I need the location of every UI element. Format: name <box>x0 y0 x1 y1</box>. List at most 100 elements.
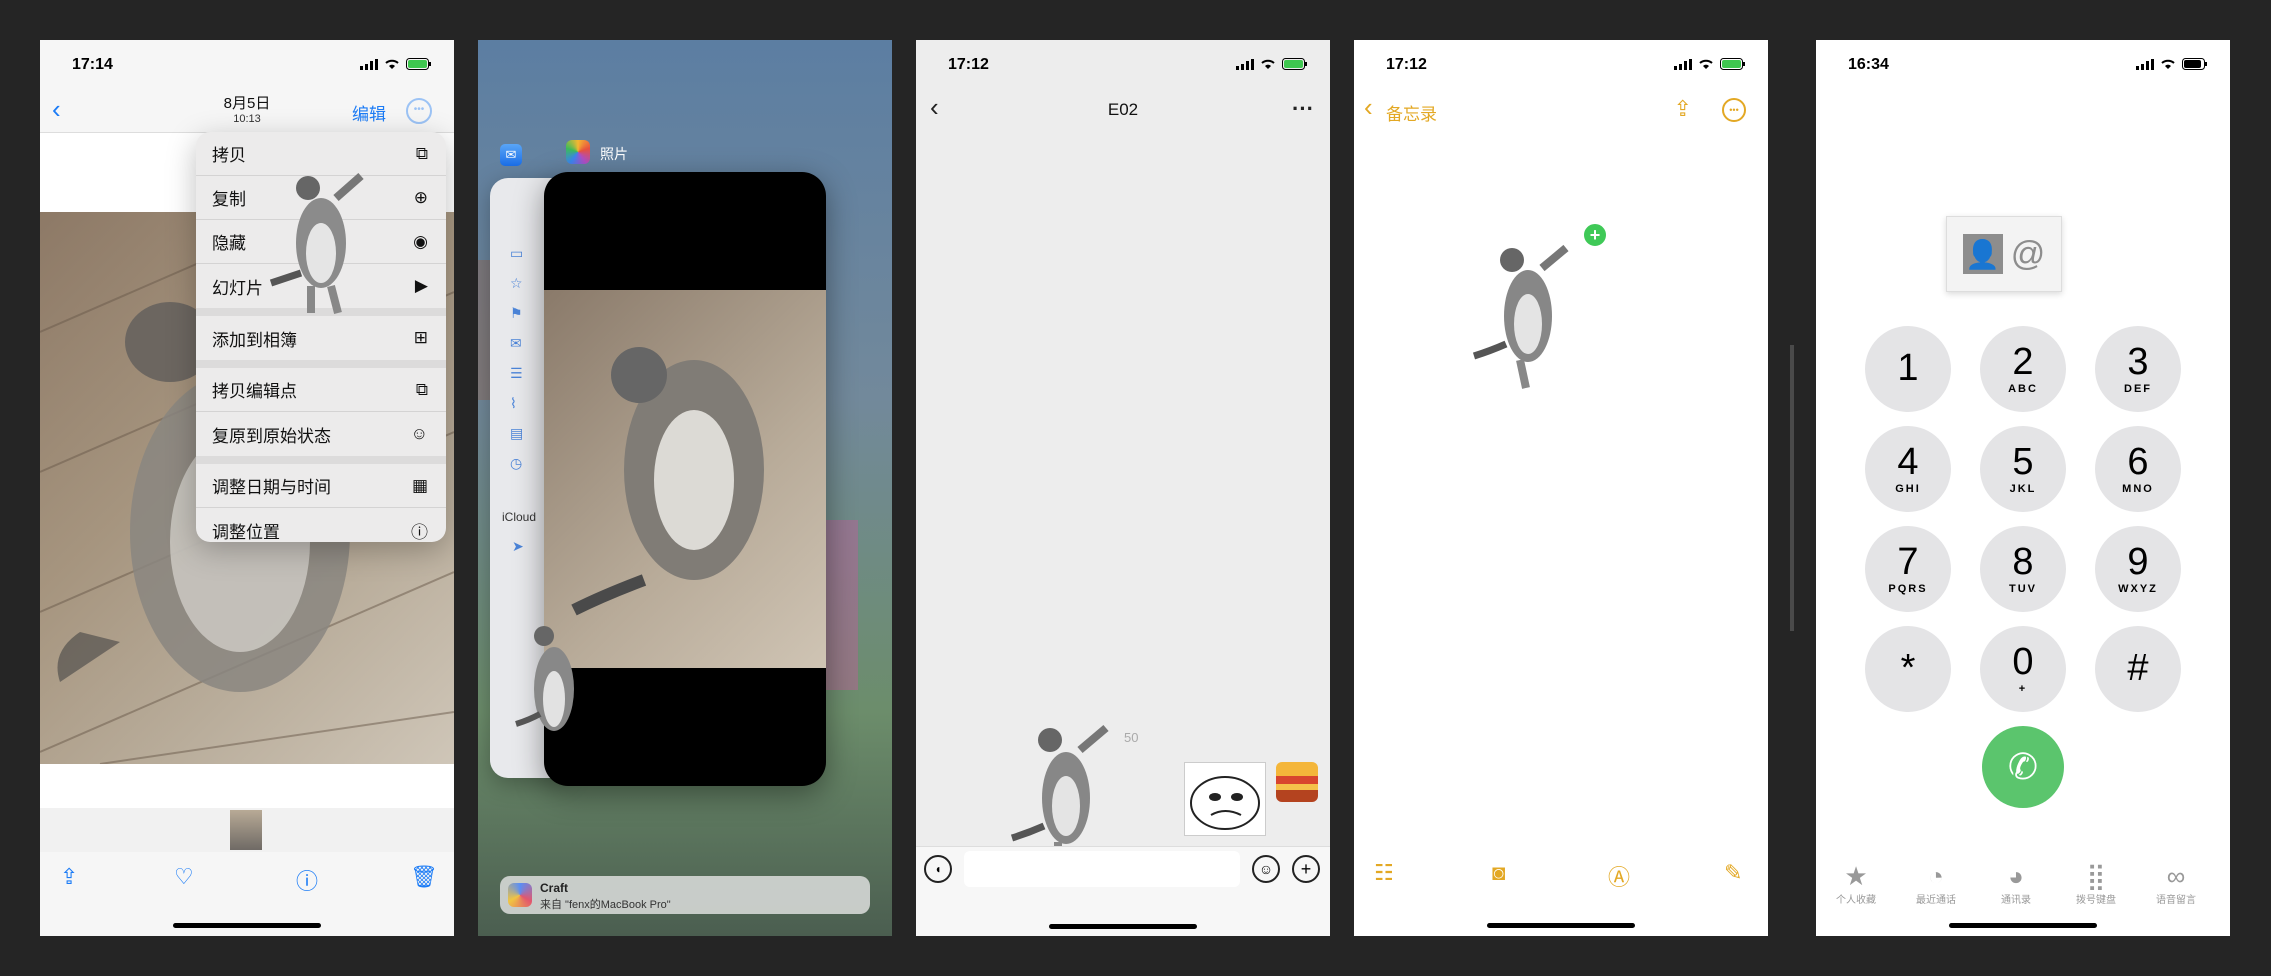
inbox-icon: ▭ <box>510 245 524 261</box>
faint-timestamp: 50 <box>1124 730 1139 745</box>
share-icon[interactable]: ⇪ <box>60 864 78 890</box>
checklist-icon[interactable]: ☷ <box>1374 860 1394 886</box>
key-7[interactable]: 7 PQRS <box>1865 526 1951 612</box>
key-1[interactable]: 1 <box>1865 326 1951 412</box>
at-sign-icon: @ <box>2010 234 2046 273</box>
status-bar: 17:12 <box>1354 40 1768 90</box>
thumbnail-strip[interactable] <box>40 808 454 852</box>
key-digit: 1 <box>1897 347 1919 389</box>
calendar-icon: ▤ <box>510 425 524 441</box>
add-circle-icon[interactable]: + <box>1292 855 1320 883</box>
mail-app-icon[interactable]: ✉ <box>500 144 522 166</box>
key-letters: ABC <box>2008 383 2038 395</box>
meme-face-drawing <box>1190 776 1260 830</box>
heart-icon[interactable]: ♡ <box>174 864 194 890</box>
key-2[interactable]: 2 ABC <box>1980 326 2066 412</box>
menu-item-adjust-location[interactable]: 调整位置 ⓘ <box>196 508 446 542</box>
tab-contacts[interactable]: ◕ 通讯录 <box>1984 861 2048 906</box>
info-icon[interactable]: ⓘ <box>296 864 318 896</box>
handoff-banner[interactable]: Craft 来自 "fenx的MacBook Pro" <box>500 876 870 914</box>
share-icon[interactable]: ⇪ <box>1674 96 1692 122</box>
star-icon: ☆ <box>510 275 523 291</box>
key-letters: WXYZ <box>2118 583 2158 595</box>
key-8[interactable]: 8 TUV <box>1980 526 2066 612</box>
more-circle-icon[interactable]: ••• <box>1722 98 1746 122</box>
tab-label: 通讯录 <box>2001 895 2031 906</box>
notes-back-button[interactable]: 备忘录 <box>1386 100 1437 125</box>
phone-app-switcher: ✉ ▭ ☆ ⚑ ✉ ☰ ⌇ ▤ ◷ iCloud ➤ 照片 Craft 来自 "… <box>478 40 892 936</box>
chat-input-bar: ◖ ☺ + <box>916 846 1330 936</box>
menu-item-copy-edits[interactable]: 拷贝编辑点 ⧉ <box>196 368 446 412</box>
menu-label: 隐藏 <box>212 234 246 253</box>
emoji-icon[interactable]: ☺ <box>1252 855 1280 883</box>
more-menu-button[interactable]: ··· <box>1292 96 1314 122</box>
tab-favorites[interactable]: ★ 个人收藏 <box>1824 861 1888 906</box>
key-9[interactable]: 9 WXYZ <box>2095 526 2181 612</box>
wifi-icon <box>385 59 399 69</box>
key-digit: 4 <box>1897 441 1919 483</box>
meme-sticker-face[interactable] <box>1184 762 1266 836</box>
key-digit: 0 <box>2012 641 2034 683</box>
trash-icon[interactable]: 🗑 <box>410 864 438 890</box>
key-letters: DEF <box>2124 383 2152 395</box>
drop-add-badge: + <box>1582 222 1608 248</box>
contact-drop-preview[interactable]: 👤 @ <box>1946 216 2062 292</box>
camera-icon[interactable]: ◙ <box>1492 860 1505 886</box>
compose-icon[interactable]: ✎ <box>1724 860 1742 886</box>
phone-handset-icon: ✆ <box>2007 746 2039 787</box>
key-3[interactable]: 3 DEF <box>2095 326 2181 412</box>
dragged-cat-sticker[interactable] <box>1470 236 1580 396</box>
wifi-icon <box>2161 59 2175 69</box>
message-input[interactable] <box>964 851 1240 887</box>
battery-charging-icon <box>1720 58 1745 70</box>
back-chevron-icon[interactable]: ‹ <box>1364 92 1373 123</box>
voice-input-icon[interactable]: ◖ <box>924 855 952 883</box>
menu-item-add-to-album[interactable]: 添加到相簿 ⊞ <box>196 316 446 368</box>
wifi-icon <box>1261 59 1275 69</box>
status-icons <box>2136 58 2208 70</box>
more-circle-icon[interactable]: ••• <box>406 98 432 124</box>
thumbnail-current[interactable] <box>230 810 262 850</box>
tab-keypad[interactable]: ⣿ 拨号键盘 <box>2064 861 2128 906</box>
key-0[interactable]: 0 + <box>1980 626 2066 712</box>
signal-icon <box>1674 58 1692 70</box>
menu-label: 调整位置 <box>212 522 280 542</box>
duplicate-icon: ⊕ <box>413 187 428 207</box>
home-indicator <box>1949 923 2097 928</box>
signal-icon <box>2136 58 2154 70</box>
edit-button[interactable]: 编辑 <box>352 100 386 125</box>
craft-app-icon <box>508 883 532 907</box>
tab-recents[interactable]: ◔ 最近通话 <box>1904 861 1968 906</box>
key-digit: 6 <box>2127 441 2149 483</box>
photos-app-icon[interactable] <box>566 140 590 164</box>
tab-label: 语音留言 <box>2156 895 2196 906</box>
bottom-toolbar: ⇪ ♡ ⓘ 🗑 <box>40 852 454 936</box>
tab-label: 拨号键盘 <box>2076 895 2116 906</box>
menu-label: 拷贝 <box>212 146 246 165</box>
revert-icon: ☺ <box>410 424 428 443</box>
dragged-cat-sticker[interactable] <box>266 168 376 318</box>
flag-icon: ⚑ <box>510 305 523 321</box>
call-button[interactable]: ✆ <box>1982 726 2064 808</box>
key-5[interactable]: 5 JKL <box>1980 426 2066 512</box>
dragged-cat-sticker[interactable] <box>514 614 594 764</box>
key-hash[interactable]: # <box>2095 626 2181 712</box>
menu-item-revert[interactable]: 复原到原始状态 ☺ <box>196 412 446 464</box>
markup-pen-icon[interactable]: Ⓐ <box>1608 860 1630 892</box>
envelope-icon: ✉ <box>510 335 522 351</box>
key-digit: 5 <box>2012 441 2034 483</box>
key-4[interactable]: 4 GHI <box>1865 426 1951 512</box>
menu-item-adjust-date[interactable]: 调整日期与时间 ▦ <box>196 464 446 508</box>
tab-voicemail[interactable]: ∞ 语音留言 <box>2144 861 2208 906</box>
home-indicator <box>173 923 321 928</box>
phone-photos: 17:14 ‹ 8月5日 10:13 编辑 ••• 拷贝 ⧉ 复制 ⊕ 隐藏 ◉… <box>40 40 454 936</box>
menu-label: 复原到原始状态 <box>212 426 331 446</box>
key-6[interactable]: 6 MNO <box>2095 426 2181 512</box>
home-indicator <box>1049 924 1197 929</box>
key-star[interactable]: * <box>1865 626 1951 712</box>
meme-sticker-burger[interactable] <box>1276 762 1318 802</box>
key-digit: # <box>2127 647 2149 689</box>
tab-label: 个人收藏 <box>1836 895 1876 906</box>
key-letters: PQRS <box>1888 583 1928 595</box>
copy-edits-icon: ⧉ <box>415 379 428 399</box>
